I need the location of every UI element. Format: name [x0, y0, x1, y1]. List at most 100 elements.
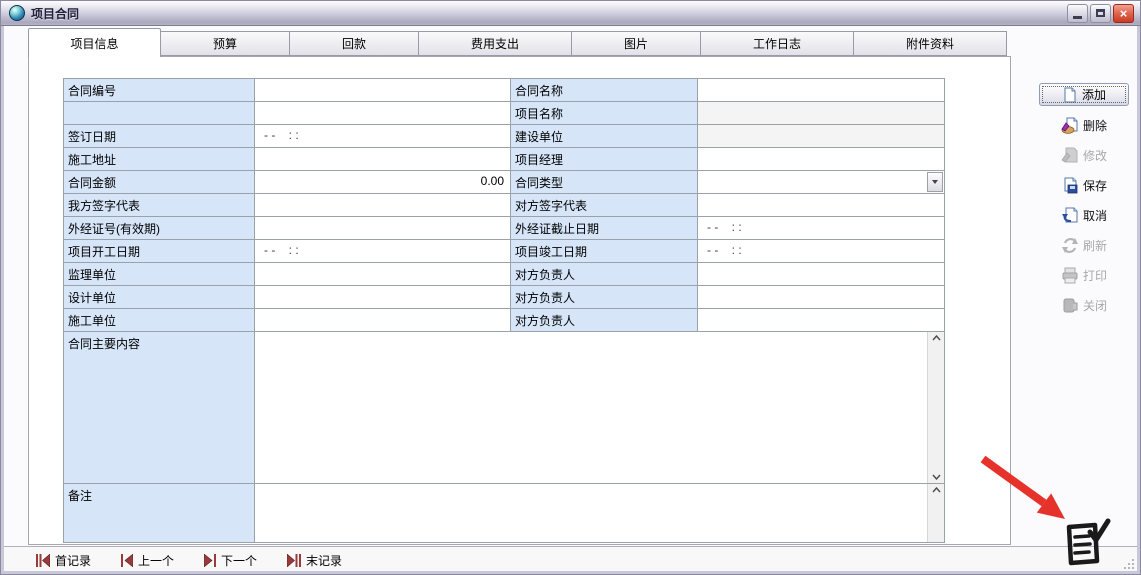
- label-design-unit: 设计单位: [64, 286, 255, 309]
- foreign-permit-deadline-field[interactable]: - - : :: [698, 217, 945, 240]
- main-content-textarea[interactable]: [255, 332, 945, 484]
- window-frame-right: [1137, 26, 1140, 574]
- contract-form: 合同编号 合同名称 项目名称 签订日期 - - : : 建设单位 施工地址 项目…: [63, 78, 945, 543]
- label-other-signer: 对方签字代表: [511, 194, 698, 217]
- tab-expenses[interactable]: 费用支出: [419, 31, 572, 56]
- construction-owner-field[interactable]: [698, 125, 945, 148]
- label-contract-amount: 合同金额: [64, 171, 255, 194]
- other-principal-1-field[interactable]: [698, 263, 945, 286]
- minimize-icon: [1073, 16, 1082, 19]
- delete-icon: [1061, 117, 1079, 134]
- project-start-date-field[interactable]: - - : :: [255, 240, 511, 263]
- contract-type-dropdown-button[interactable]: [927, 172, 943, 192]
- label-blank: [64, 102, 255, 125]
- cancel-icon: [1061, 207, 1079, 224]
- tab-pictures[interactable]: 图片: [572, 31, 701, 56]
- label-other-principal-2: 对方负责人: [511, 286, 698, 309]
- cancel-button[interactable]: 取消: [1061, 204, 1107, 226]
- last-record-button[interactable]: 末记录: [287, 552, 342, 569]
- minimize-button[interactable]: [1067, 4, 1088, 23]
- close-button[interactable]: ×: [1113, 4, 1134, 23]
- modify-icon: [1061, 147, 1079, 164]
- tab-strip: 项目信息 预算 回款 费用支出 图片 工作日志 附件资料: [28, 28, 1007, 57]
- label-our-signer: 我方签字代表: [64, 194, 255, 217]
- other-signer-field[interactable]: [698, 194, 945, 217]
- design-unit-field[interactable]: [255, 286, 511, 309]
- tab-project-info[interactable]: 项目信息: [28, 28, 161, 57]
- close-icon: ×: [1120, 7, 1128, 20]
- add-document-icon: [1062, 87, 1078, 103]
- next-record-icon: [204, 554, 216, 567]
- app-window: 项目合同 × 项目信息 预算 回款 费用支出 图片 工作日志 附件资料 合同编号…: [0, 0, 1141, 575]
- remarks-scrollbar[interactable]: [927, 484, 944, 542]
- tab-budget[interactable]: 预算: [161, 31, 290, 56]
- foreign-permit-no-field[interactable]: [255, 217, 511, 240]
- document-check-icon[interactable]: [1059, 516, 1111, 568]
- chevron-down-icon: [932, 180, 938, 184]
- label-work-address: 施工地址: [64, 148, 255, 171]
- print-button[interactable]: 打印: [1061, 264, 1107, 286]
- modify-button[interactable]: 修改: [1061, 144, 1107, 166]
- add-button[interactable]: 添加: [1039, 83, 1129, 106]
- record-navigation-bar: 首记录 上一个 下一个 末记录: [4, 546, 1137, 573]
- close-form-icon: [1061, 297, 1079, 314]
- remarks-textarea[interactable]: [255, 484, 945, 543]
- last-record-icon: [287, 554, 301, 567]
- app-globe-icon: [9, 5, 25, 21]
- label-construction-company: 施工单位: [64, 309, 255, 332]
- next-record-button[interactable]: 下一个: [204, 552, 257, 569]
- window-title: 项目合同: [31, 5, 79, 22]
- scroll-down-icon[interactable]: [932, 474, 941, 480]
- project-manager-field[interactable]: [698, 148, 945, 171]
- save-icon: [1061, 177, 1079, 194]
- window-frame-left: [1, 26, 4, 574]
- previous-record-button[interactable]: 上一个: [121, 552, 174, 569]
- label-project-end-date: 项目竣工日期: [511, 240, 698, 263]
- label-main-content: 合同主要内容: [64, 332, 255, 484]
- tab-work-log[interactable]: 工作日志: [701, 31, 854, 56]
- scroll-up-icon[interactable]: [932, 487, 941, 493]
- resize-grip[interactable]: [1124, 559, 1134, 569]
- label-contract-number: 合同编号: [64, 79, 255, 102]
- save-button[interactable]: 保存: [1061, 174, 1107, 196]
- close-form-button[interactable]: 关闭: [1061, 294, 1107, 316]
- window-frame-bottom: [1, 571, 1140, 574]
- first-record-icon: [36, 554, 50, 567]
- annotation-arrow-icon: [973, 451, 1073, 523]
- project-name-field[interactable]: [698, 102, 945, 125]
- main-content-scrollbar[interactable]: [927, 332, 944, 483]
- label-sign-date: 签订日期: [64, 125, 255, 148]
- previous-record-icon: [121, 554, 133, 567]
- label-other-principal-3: 对方负责人: [511, 309, 698, 332]
- contract-amount-field[interactable]: 0.00: [255, 171, 511, 194]
- label-foreign-permit-deadline: 外经证截止日期: [511, 217, 698, 240]
- titlebar[interactable]: 项目合同 ×: [1, 1, 1140, 26]
- sign-date-field[interactable]: - - : :: [255, 125, 511, 148]
- work-address-field[interactable]: [255, 148, 511, 171]
- contract-number-extra-field[interactable]: [255, 102, 511, 125]
- label-foreign-permit-no: 外经证号(有效期): [64, 217, 255, 240]
- print-icon: [1061, 267, 1079, 284]
- contract-type-select[interactable]: [698, 171, 945, 194]
- our-signer-field[interactable]: [255, 194, 511, 217]
- tab-payment[interactable]: 回款: [290, 31, 419, 56]
- label-project-manager: 项目经理: [511, 148, 698, 171]
- contract-name-field[interactable]: [698, 79, 945, 102]
- label-construction-owner: 建设单位: [511, 125, 698, 148]
- label-project-name: 项目名称: [511, 102, 698, 125]
- supervision-unit-field[interactable]: [255, 263, 511, 286]
- tab-attachments[interactable]: 附件资料: [854, 31, 1007, 56]
- scroll-up-icon[interactable]: [932, 335, 941, 341]
- maximize-button[interactable]: [1090, 4, 1111, 23]
- label-project-start-date: 项目开工日期: [64, 240, 255, 263]
- other-principal-3-field[interactable]: [698, 309, 945, 332]
- construction-company-field[interactable]: [255, 309, 511, 332]
- refresh-button[interactable]: 刷新: [1061, 234, 1107, 256]
- project-end-date-field[interactable]: - - : :: [698, 240, 945, 263]
- refresh-icon: [1061, 237, 1079, 254]
- other-principal-2-field[interactable]: [698, 286, 945, 309]
- label-supervision-unit: 监理单位: [64, 263, 255, 286]
- delete-button[interactable]: 删除: [1061, 114, 1107, 136]
- contract-number-field[interactable]: [255, 79, 511, 102]
- first-record-button[interactable]: 首记录: [36, 552, 91, 569]
